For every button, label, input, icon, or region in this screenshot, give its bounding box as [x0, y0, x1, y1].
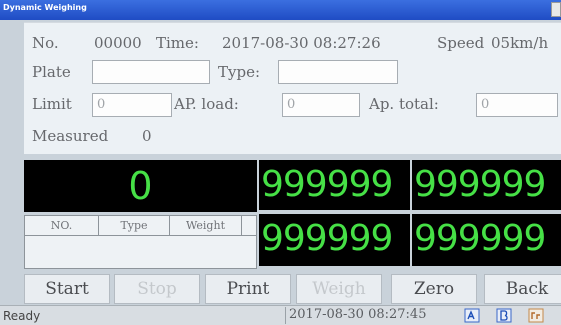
close-icon[interactable]: [551, 2, 561, 17]
keyboard-layout-icon[interactable]: [464, 308, 480, 323]
status-text: Ready: [3, 309, 41, 323]
window-titlebar: Dynamic Weighing: [0, 0, 561, 20]
column-header-type[interactable]: Type: [99, 216, 170, 236]
print-button[interactable]: Print: [205, 274, 291, 304]
axle-display-2: 999999: [412, 160, 561, 210]
axle-display-1: 999999: [259, 160, 410, 210]
ap-total-input[interactable]: 0: [476, 93, 558, 117]
ap-total-label: Ap. total:: [369, 95, 439, 113]
total-weight-display: 0: [24, 160, 257, 212]
button-bar: Start Stop Print Weigh Zero Back: [24, 270, 561, 304]
ap-load-label: AP. load:: [174, 95, 239, 113]
input-method-icon[interactable]: [496, 308, 512, 323]
limit-input[interactable]: 0: [92, 93, 172, 117]
no-label: No.: [32, 34, 59, 52]
zero-button[interactable]: Zero: [391, 274, 477, 304]
measured-label: Measured: [32, 127, 109, 145]
limit-label: Limit: [32, 95, 72, 113]
back-button[interactable]: Back: [484, 274, 561, 304]
time-value: 2017-08-30 08:27:26: [222, 34, 381, 52]
time-label: Time:: [156, 34, 199, 52]
column-header-no[interactable]: NO.: [25, 216, 99, 236]
plate-label: Plate: [32, 63, 71, 81]
weigh-button[interactable]: Weigh: [296, 274, 382, 304]
window-title: Dynamic Weighing: [3, 3, 87, 12]
table-header: NO. Type Weight: [25, 216, 256, 236]
axle-display-4: 999999: [412, 214, 561, 266]
type-label: Type:: [218, 63, 261, 81]
status-bar: Ready 2017-08-30 08:27:45: [0, 305, 561, 325]
status-time: 2017-08-30 08:27:45: [285, 307, 429, 324]
measured-value: 0: [142, 127, 152, 145]
axle-display-3: 999999: [259, 214, 410, 266]
ap-load-input[interactable]: 0: [282, 93, 360, 117]
no-value: 00000: [94, 34, 142, 52]
start-button[interactable]: Start: [24, 274, 110, 304]
stop-button[interactable]: Stop: [114, 274, 200, 304]
speed-value: 05km/h: [491, 34, 549, 52]
weighing-records-table[interactable]: NO. Type Weight: [24, 215, 257, 269]
info-panel: No. 00000 Time: 2017-08-30 08:27:26 Spee…: [24, 22, 561, 154]
plate-input[interactable]: [92, 60, 210, 84]
network-status-icon[interactable]: [528, 308, 544, 323]
type-input[interactable]: [278, 60, 398, 84]
speed-label: Speed: [437, 34, 485, 52]
column-header-weight[interactable]: Weight: [170, 216, 242, 236]
